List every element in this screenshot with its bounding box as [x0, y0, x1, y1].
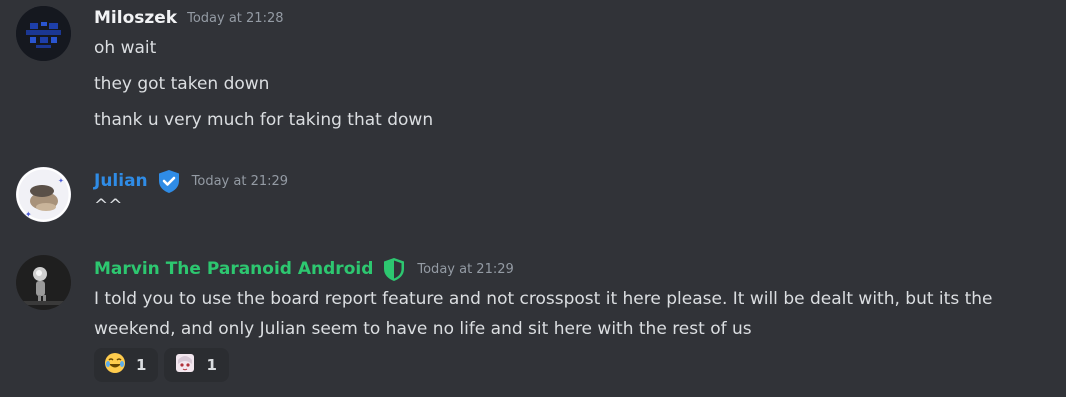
message-julian: ✦ ✦ Julian Today at 21:29 ^^ [0, 160, 1066, 230]
reaction-joy[interactable]: 1 [94, 348, 159, 382]
reactions-bar: 1 1 [94, 348, 229, 382]
timestamp: Today at 21:29 [191, 173, 289, 189]
moderator-shield-icon[interactable] [381, 256, 407, 282]
reaction-count: 1 [206, 356, 217, 374]
message-line: they got taken down [94, 74, 270, 94]
username-marvin[interactable]: Marvin The Paranoid Android [94, 259, 373, 279]
verified-shield-icon[interactable] [156, 168, 182, 194]
message-marvin: Marvin The Paranoid Android Today at 21:… [0, 248, 1066, 397]
avatar-marvin[interactable] [16, 255, 71, 310]
svg-text:✦: ✦ [58, 177, 64, 185]
message-line: ^^ [94, 196, 123, 216]
message-miloszek: Miloszek Today at 21:28 oh wait they got… [0, 0, 1066, 140]
message-line: thank u very much for taking that down [94, 110, 434, 130]
avatar-julian[interactable]: ✦ ✦ [16, 167, 71, 222]
reaction-count: 1 [136, 356, 147, 374]
message-line: oh wait [94, 38, 157, 58]
message-text: I told you to use the board report featu… [94, 289, 993, 339]
timestamp: Today at 21:28 [187, 10, 284, 26]
anime-girl-emoji-icon [174, 352, 196, 378]
reaction-anime-girl[interactable]: 1 [164, 348, 229, 382]
timestamp: Today at 21:29 [417, 261, 514, 277]
svg-text:✦: ✦ [25, 210, 32, 219]
joy-emoji-icon [104, 352, 126, 378]
username-julian[interactable]: Julian [94, 171, 148, 191]
username-miloszek[interactable]: Miloszek [94, 8, 177, 28]
avatar-miloszek[interactable] [16, 6, 71, 61]
